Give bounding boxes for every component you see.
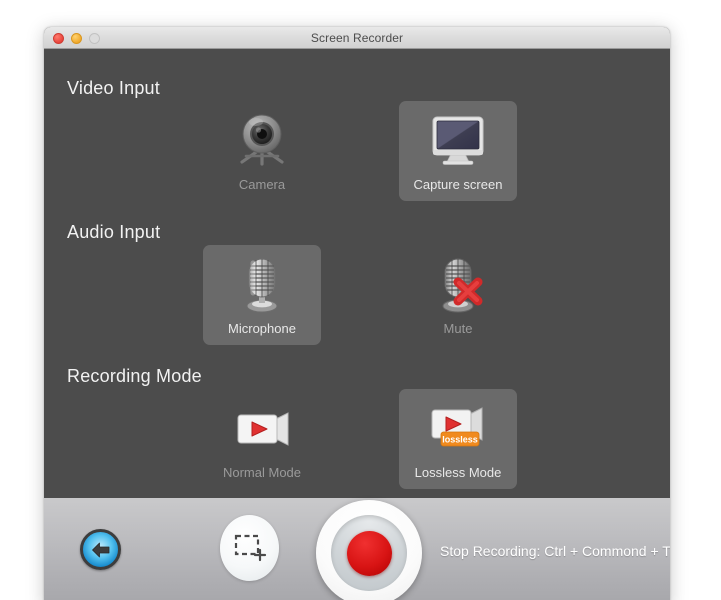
arrow-left-icon bbox=[91, 542, 109, 557]
close-button[interactable] bbox=[53, 32, 64, 44]
option-label: Microphone bbox=[228, 321, 296, 336]
option-label: Capture screen bbox=[413, 177, 503, 192]
lossless-badge-text: lossless bbox=[442, 435, 478, 445]
back-button[interactable] bbox=[80, 529, 121, 570]
option-label: Mute bbox=[443, 321, 473, 336]
webcam-icon bbox=[227, 110, 297, 172]
option-mute[interactable]: Mute bbox=[399, 245, 517, 345]
option-label: Camera bbox=[238, 177, 286, 192]
screen-recorder-window: Screen Recorder Video Input Camera Captu… bbox=[44, 27, 670, 600]
option-label: Lossless Mode bbox=[414, 465, 502, 480]
window-title: Screen Recorder bbox=[310, 30, 404, 45]
recording-mode-section-title: Recording Mode bbox=[67, 366, 202, 386]
camcorder-lossless-icon: lossless bbox=[423, 398, 493, 460]
video-input-section-title: Video Input bbox=[67, 78, 160, 98]
microphone-muted-icon bbox=[423, 254, 493, 316]
option-label: Normal Mode bbox=[222, 465, 302, 480]
bottom-toolbar: Stop Recording: Ctrl + Commond + T bbox=[44, 498, 670, 600]
camcorder-icon bbox=[227, 398, 297, 460]
zoom-button bbox=[89, 32, 100, 44]
option-microphone[interactable]: Microphone bbox=[203, 245, 321, 345]
record-button-bowl bbox=[331, 515, 407, 591]
record-dot-icon bbox=[346, 530, 392, 576]
title-bar: Screen Recorder bbox=[44, 27, 670, 49]
select-region-button[interactable] bbox=[220, 515, 279, 581]
minimize-button[interactable] bbox=[71, 32, 82, 44]
option-lossless-mode[interactable]: lossless Lossless Mode bbox=[399, 389, 517, 489]
settings-panel: Video Input Camera Capture screen Audio … bbox=[44, 49, 670, 498]
option-normal-mode[interactable]: Normal Mode bbox=[203, 389, 321, 489]
dashed-rect-plus-icon bbox=[234, 534, 266, 562]
monitor-icon bbox=[423, 110, 493, 172]
traffic-lights bbox=[53, 27, 100, 49]
option-camera[interactable]: Camera bbox=[203, 101, 321, 201]
record-button[interactable] bbox=[316, 500, 422, 600]
option-capture-screen[interactable]: Capture screen bbox=[399, 101, 517, 201]
audio-input-section-title: Audio Input bbox=[67, 222, 161, 242]
stop-recording-hint: Stop Recording: Ctrl + Commond + T bbox=[440, 543, 670, 559]
microphone-icon bbox=[227, 254, 297, 316]
